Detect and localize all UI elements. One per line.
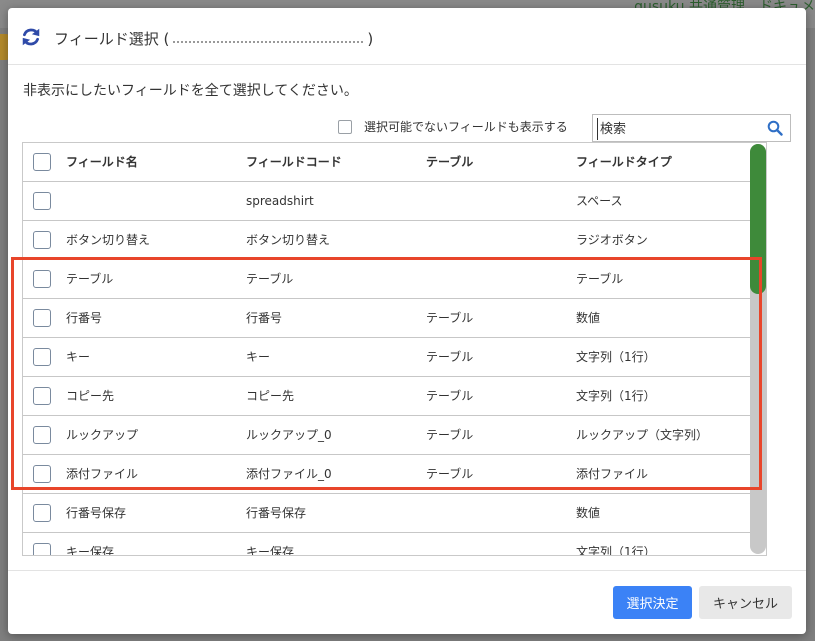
search-icon[interactable] <box>767 120 783 136</box>
table-row[interactable]: キー キー テーブル 文字列（1行） <box>23 338 751 377</box>
row-checkbox[interactable] <box>33 309 51 327</box>
field-code: キー <box>246 350 271 364</box>
table-header-row: フィールド名 フィールドコード テーブル フィールドタイプ <box>23 143 751 182</box>
row-checkbox[interactable] <box>33 387 51 405</box>
field-type: 数値 <box>576 311 601 325</box>
field-type: 文字列（1行） <box>576 545 656 556</box>
refresh-icon <box>22 28 40 46</box>
field-name: ボタン切り替え <box>66 233 151 247</box>
table-scrollbar-thumb[interactable] <box>750 144 766 294</box>
field-name: キー保存 <box>66 545 115 556</box>
table-row[interactable]: 行番号 行番号 テーブル 数値 <box>23 299 751 338</box>
field-type: ルックアップ（文字列） <box>576 428 709 442</box>
column-header-table: テーブル <box>426 155 474 169</box>
show-unselectable-checkbox[interactable] <box>338 119 352 134</box>
field-type: 数値 <box>576 506 601 520</box>
field-type: テーブル <box>576 272 624 286</box>
field-type: スペース <box>576 194 623 208</box>
field-type: 文字列（1行） <box>576 389 656 403</box>
field-name: 行番号 <box>66 311 103 325</box>
search-input[interactable] <box>597 118 762 140</box>
table-row[interactable]: 添付ファイル 添付ファイル_0 テーブル 添付ファイル <box>23 455 751 494</box>
dialog-header: フィールド選択 () <box>8 8 806 65</box>
table-row[interactable]: 行番号保存 行番号保存 数値 <box>23 494 751 533</box>
row-checkbox[interactable] <box>33 426 51 444</box>
column-header-code: フィールドコード <box>246 155 342 169</box>
table-row[interactable]: ボタン切り替え ボタン切り替え ラジオボタン <box>23 221 751 260</box>
confirm-selection-button[interactable]: 選択決定 <box>613 586 692 619</box>
field-code: キー保存 <box>246 545 295 556</box>
field-type: 添付ファイル <box>576 467 649 481</box>
select-all-checkbox[interactable] <box>33 153 51 171</box>
field-type: 文字列（1行） <box>576 350 656 364</box>
field-code: ボタン切り替え <box>246 233 331 247</box>
row-checkbox[interactable] <box>33 192 51 210</box>
field-table-name: テーブル <box>426 350 474 364</box>
column-header-type: フィールドタイプ <box>576 155 672 169</box>
row-checkbox[interactable] <box>33 543 51 555</box>
instruction-text: 非表示にしたいフィールドを全て選択してください。 <box>23 83 358 99</box>
dialog-title-text: フィールド選択 ( <box>54 30 170 48</box>
search-box[interactable] <box>592 114 791 142</box>
field-type: ラジオボタン <box>576 233 648 247</box>
dialog-title-suffix: ) <box>367 30 374 48</box>
field-code: 添付ファイル_0 <box>246 467 332 481</box>
field-name: コピー先 <box>66 389 115 403</box>
row-checkbox[interactable] <box>33 504 51 522</box>
field-code: 行番号 <box>246 311 283 325</box>
field-table-name: テーブル <box>426 311 474 325</box>
field-code: spreadshirt <box>246 194 314 208</box>
field-select-dialog: フィールド選択 () 非表示にしたいフィールドを全て選択してください。 選択可能… <box>8 8 806 634</box>
field-name: キー <box>66 350 91 364</box>
table-row[interactable]: キー保存 キー保存 文字列（1行） <box>23 533 751 556</box>
field-table-name: テーブル <box>426 389 474 403</box>
field-name: 行番号保存 <box>66 506 127 520</box>
dialog-title-redacted <box>173 37 364 43</box>
field-name: テーブル <box>66 272 114 286</box>
field-code: ルックアップ_0 <box>246 428 332 442</box>
row-checkbox[interactable] <box>33 270 51 288</box>
field-table: フィールド名 フィールドコード テーブル フィールドタイプ spreadshir… <box>22 142 767 556</box>
field-table-name: テーブル <box>426 428 474 442</box>
field-code: 行番号保存 <box>246 506 307 520</box>
row-checkbox[interactable] <box>33 465 51 483</box>
table-row[interactable]: spreadshirt スペース <box>23 182 751 221</box>
field-name: ルックアップ <box>66 428 139 442</box>
table-row[interactable]: コピー先 コピー先 テーブル 文字列（1行） <box>23 377 751 416</box>
dialog-footer-divider <box>8 570 806 571</box>
table-row[interactable]: テーブル テーブル テーブル <box>23 260 751 299</box>
column-header-name: フィールド名 <box>66 155 138 169</box>
field-code: コピー先 <box>246 389 295 403</box>
show-unselectable-toggle[interactable]: 選択可能でないフィールドも表示する <box>338 118 568 135</box>
dialog-title: フィールド選択 () <box>54 28 373 49</box>
show-unselectable-label: 選択可能でないフィールドも表示する <box>364 120 568 134</box>
row-checkbox[interactable] <box>33 231 51 249</box>
table-row[interactable]: ルックアップ ルックアップ_0 テーブル ルックアップ（文字列） <box>23 416 751 455</box>
cancel-button[interactable]: キャンセル <box>699 586 792 619</box>
field-table-name: テーブル <box>426 467 474 481</box>
field-name: 添付ファイル <box>66 467 139 481</box>
row-checkbox[interactable] <box>33 348 51 366</box>
field-code: テーブル <box>246 272 294 286</box>
